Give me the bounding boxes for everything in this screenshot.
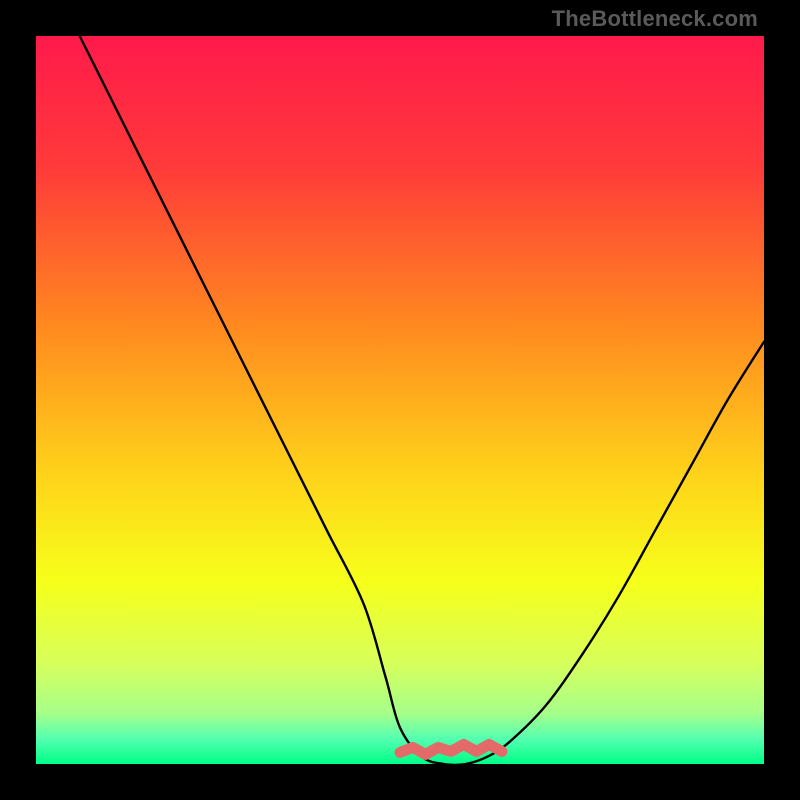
watermark-text: TheBottleneck.com — [552, 6, 758, 32]
plot-area — [36, 36, 764, 764]
bottleneck-curve — [80, 36, 764, 764]
curve-layer — [36, 36, 764, 764]
chart-frame: TheBottleneck.com — [0, 0, 800, 800]
valley-squiggle-annotation — [400, 744, 502, 754]
